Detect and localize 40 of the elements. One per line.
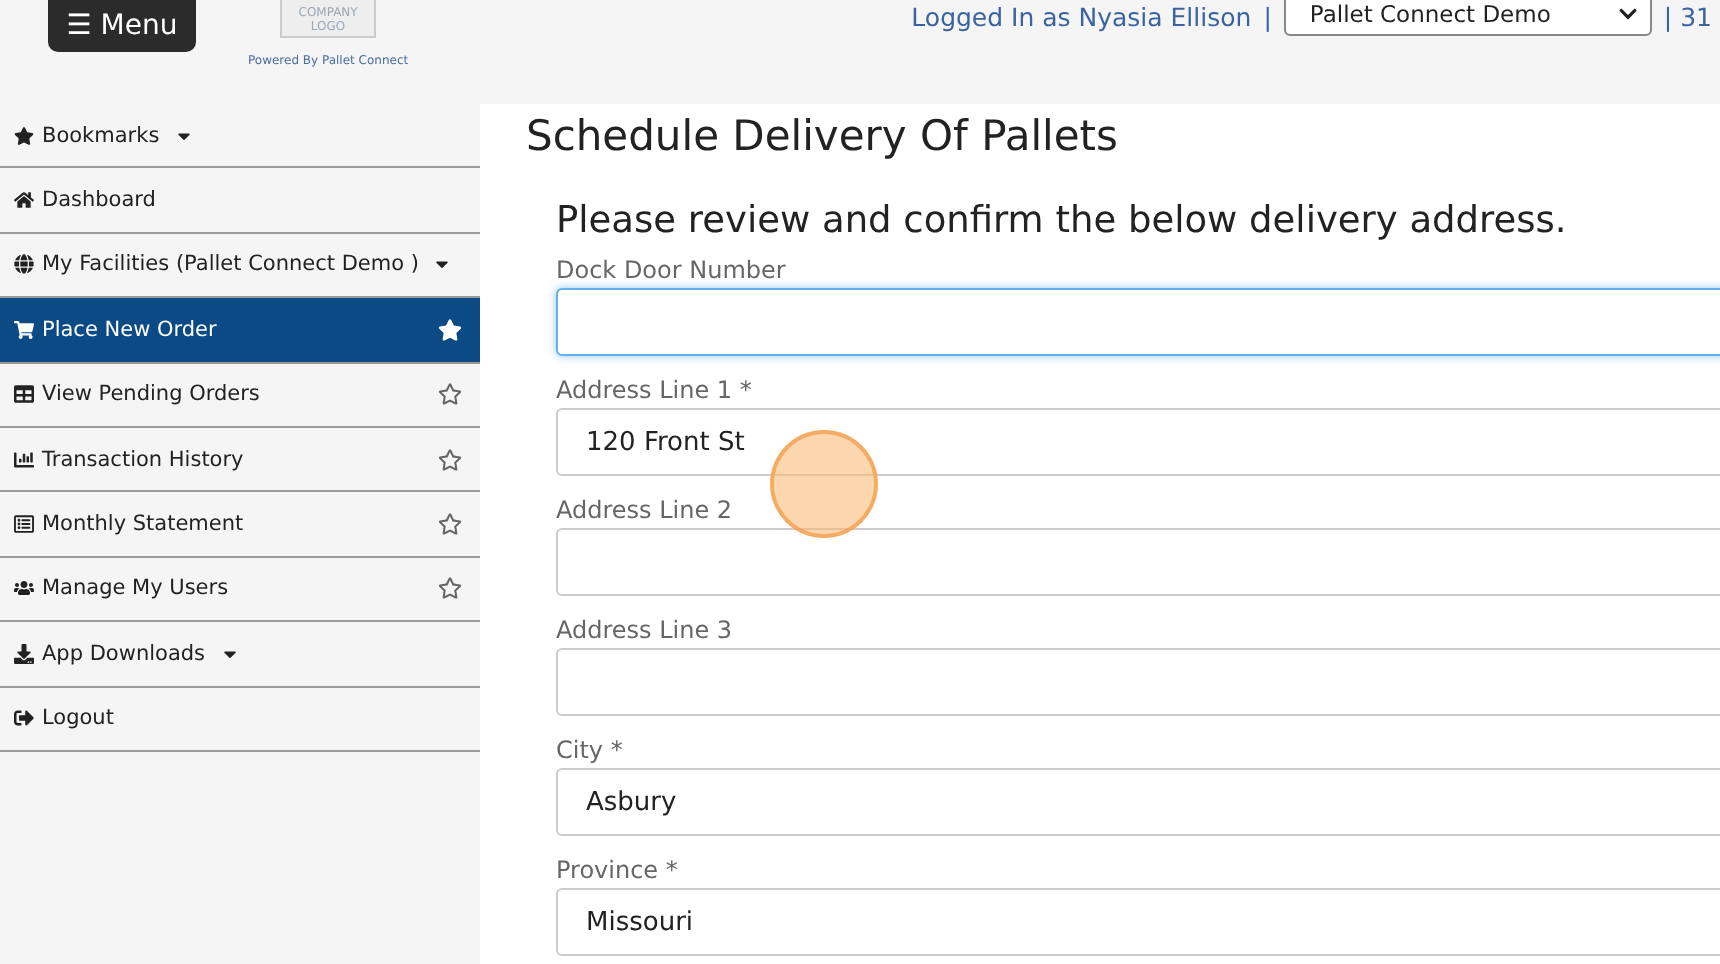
sidebar-item[interactable]: Place New Order [0,298,480,364]
logged-in-text: Logged In as Nyasia Ellison [911,2,1252,32]
chevron-down-icon [1617,3,1638,23]
click-marker [770,430,878,538]
item-icon [14,449,34,470]
field-label: Province * [556,856,680,884]
field-label: Dock Door Number [556,256,788,284]
sidebar-item[interactable]: View Pending Orders [0,363,480,428]
separator: | [1263,2,1272,32]
item-icon [14,384,34,405]
star-icon[interactable] [438,317,462,342]
star-icon[interactable] [438,447,462,472]
input-field[interactable] [556,648,1720,716]
trailing-text: | 31 [1663,2,1712,32]
input-field[interactable] [556,288,1720,356]
facility-select[interactable]: Pallet Connect Demo [1283,0,1652,36]
star-icon[interactable] [438,382,462,407]
input-field[interactable]: Asbury [556,768,1720,836]
field-label: Address Line 1 * [556,376,754,404]
input-field[interactable] [556,528,1720,596]
item-icon [14,708,34,729]
item-icon [14,643,34,664]
field-label: Address Line 2 [556,496,735,524]
item-icon [14,319,34,340]
field-label: City * [556,736,625,764]
form-heading: Please review and confirm the below delivery address. [556,200,1569,244]
item-icon [14,125,34,146]
page-title: Schedule Delivery Of Pallets [526,112,1120,160]
star-icon[interactable] [438,576,462,601]
menu-button[interactable]: ☰ Menu [48,0,196,52]
sidebar-item[interactable]: Manage My Users [0,557,480,623]
input-field[interactable]: Missouri [556,888,1720,956]
item-icon [14,514,34,535]
sidebar-item[interactable]: Logout [0,687,480,752]
field-label: Address Line 3 [556,616,735,644]
item-icon [14,578,34,599]
item-icon [14,190,34,211]
item-icon [14,254,34,275]
star-icon[interactable] [438,512,462,537]
input-field[interactable]: 120 Front St [556,408,1720,476]
